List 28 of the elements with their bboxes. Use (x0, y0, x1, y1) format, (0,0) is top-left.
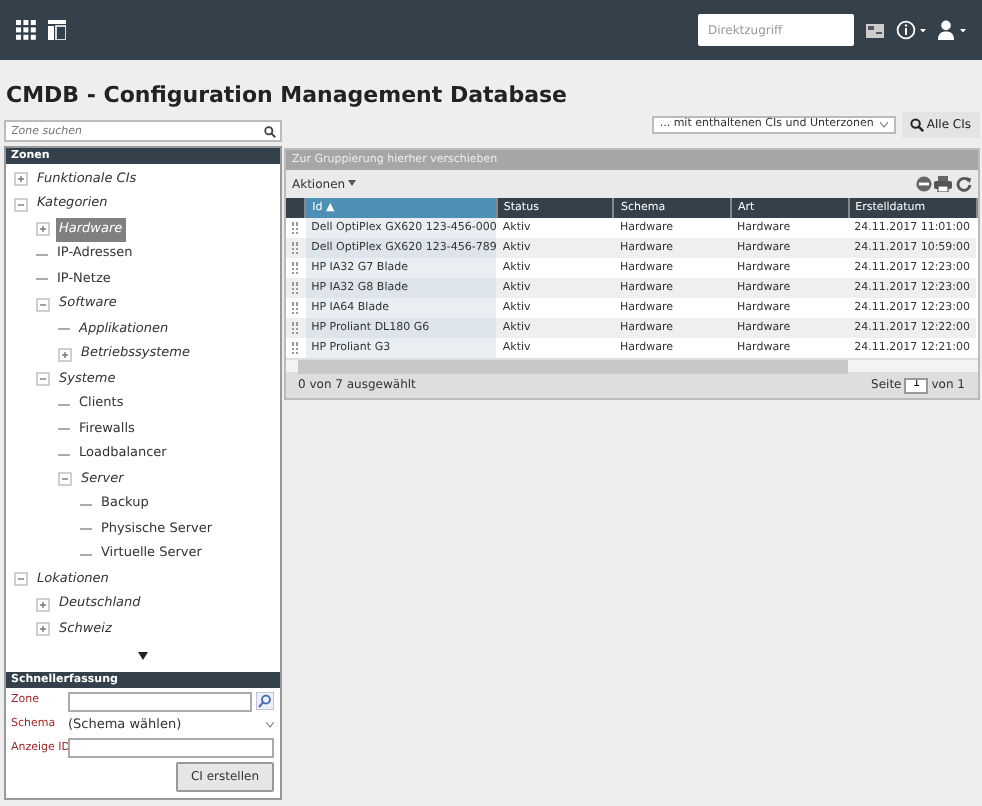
expand-icon[interactable] (35, 222, 49, 237)
search-icon[interactable] (263, 125, 275, 137)
zone-field[interactable] (68, 691, 252, 711)
user-icon[interactable] (938, 20, 966, 40)
search-icon (909, 117, 924, 131)
grid-menu-icon[interactable] (16, 20, 36, 40)
horizontal-scrollbar[interactable] (286, 358, 977, 372)
collapse-icon[interactable] (13, 572, 27, 587)
chevron-down-icon (265, 721, 273, 728)
page-title: CMDB - Configuration Management Database (6, 84, 570, 106)
caret-icon (348, 180, 357, 187)
print-icon[interactable] (934, 176, 952, 192)
card-icon[interactable] (866, 23, 884, 37)
chevron-down-icon (879, 121, 888, 127)
id-field[interactable] (68, 738, 273, 759)
info-icon[interactable] (896, 20, 926, 40)
expand-icon[interactable] (57, 347, 71, 362)
collapse-icon[interactable] (35, 372, 49, 387)
expand-icon[interactable] (35, 622, 49, 637)
collapse-icon[interactable] (35, 297, 49, 312)
refresh-icon[interactable] (955, 176, 971, 192)
splitter-arrow-icon[interactable] (137, 651, 147, 659)
expand-icon[interactable] (35, 597, 49, 612)
expand-icon[interactable] (13, 172, 27, 187)
zone-picker-icon[interactable] (255, 692, 273, 710)
sidebar-toggle-icon[interactable] (48, 20, 66, 40)
collapse-icon[interactable] (57, 472, 71, 487)
collapse-icon[interactable] (13, 197, 27, 212)
